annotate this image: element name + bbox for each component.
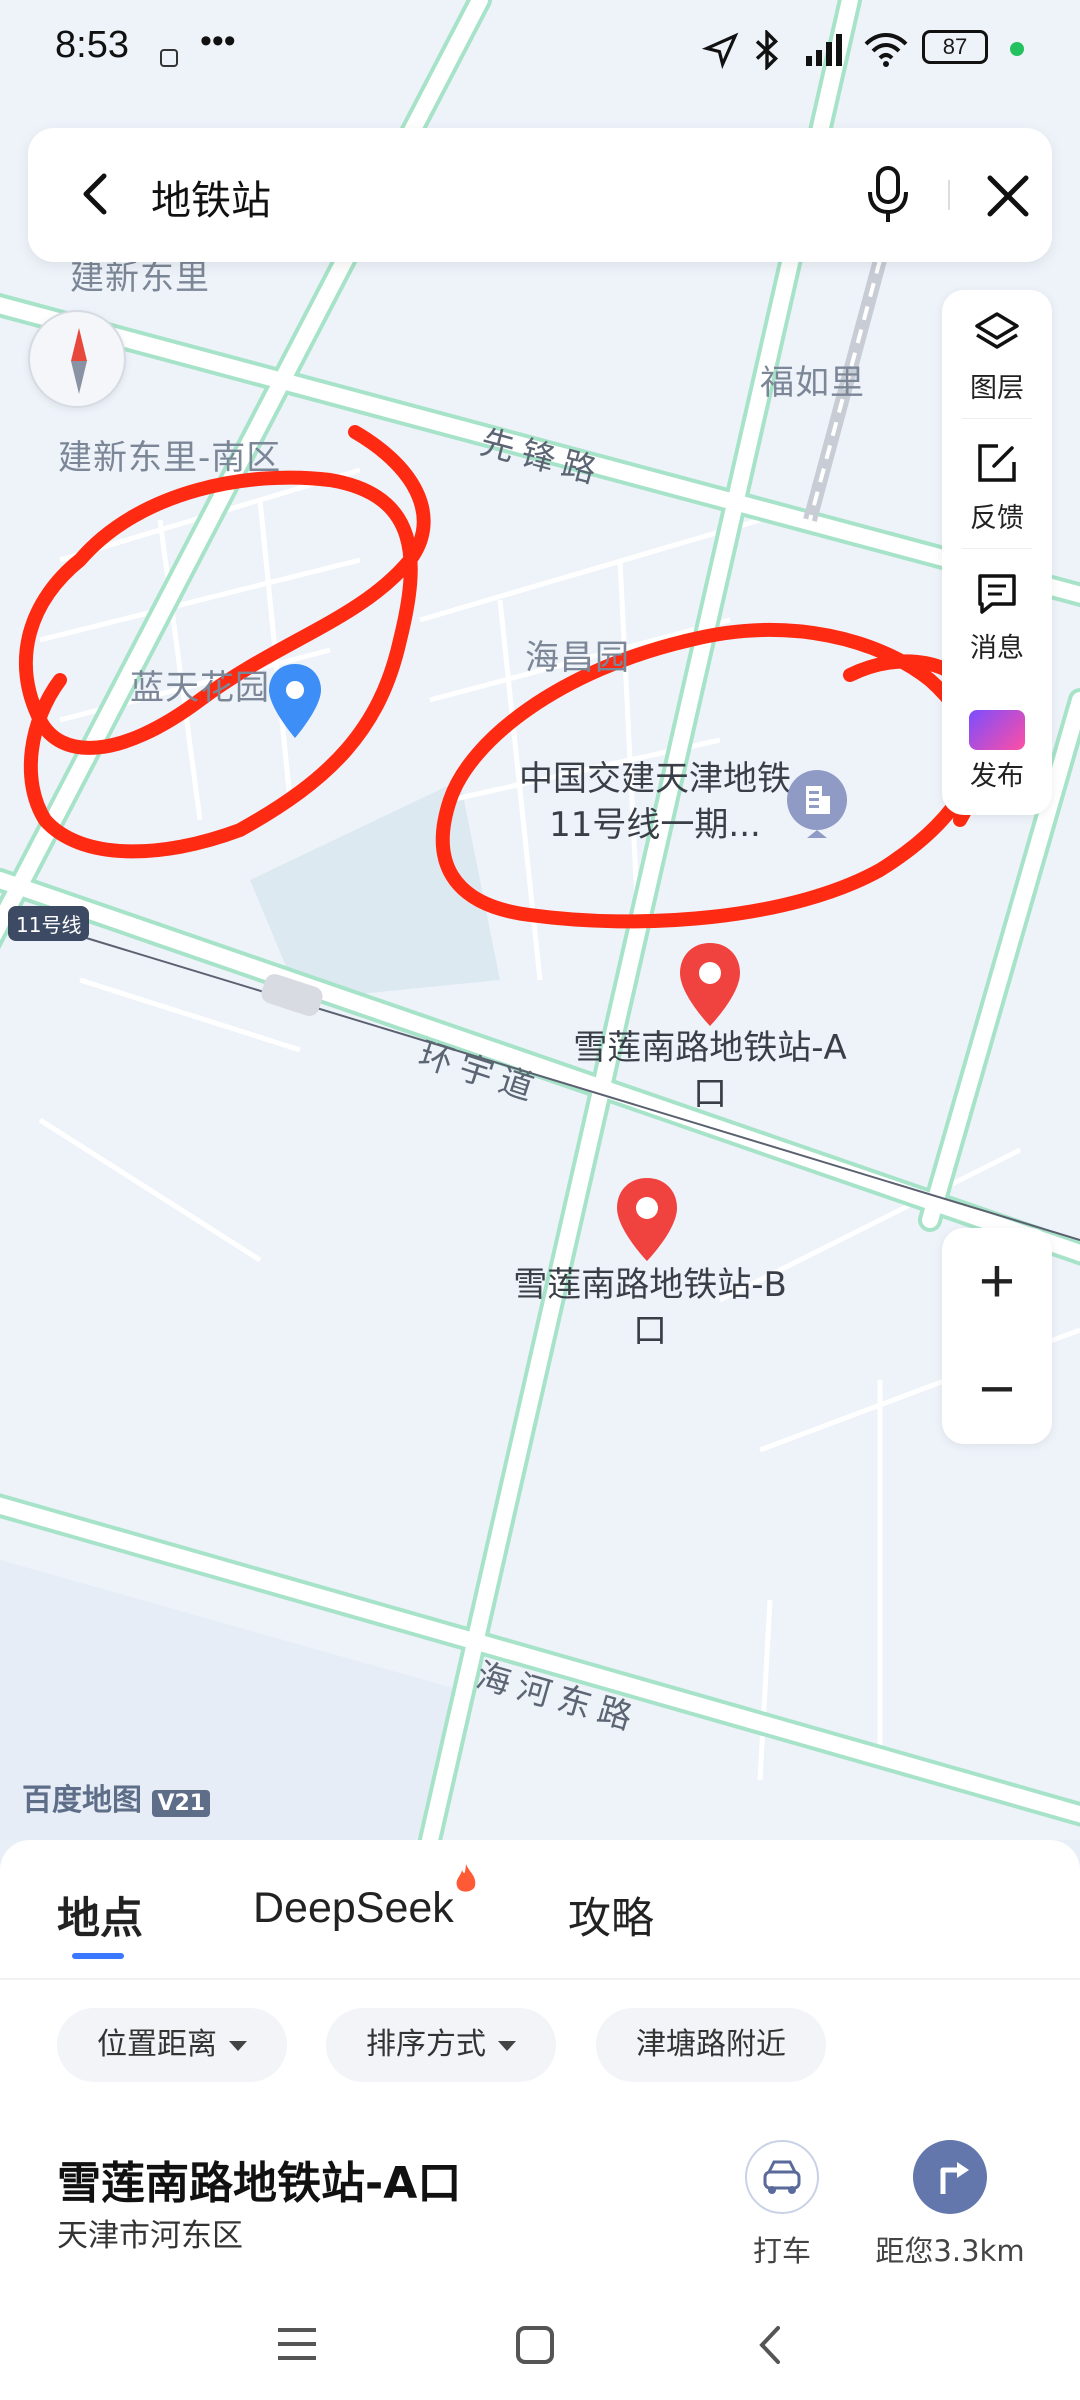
result-title[interactable]: 雪莲南路地铁站-A口 — [57, 2147, 461, 2211]
poi-building-label[interactable]: 中国交建天津地铁11号线一期... — [505, 756, 805, 848]
close-icon[interactable] — [978, 166, 1038, 226]
zoom-out-button[interactable]: − — [942, 1336, 1052, 1444]
red-pin-b-icon[interactable] — [612, 1175, 682, 1265]
area-label-lantian: 蓝天花园 — [130, 668, 270, 708]
route-button[interactable]: 距您3.3km — [870, 2140, 1030, 2270]
battery-charging-dot — [1010, 42, 1024, 56]
active-tab-indicator — [72, 1953, 124, 1959]
messages-label: 消息 — [970, 633, 1024, 664]
filter-distance-dropdown[interactable]: 位置距离 — [57, 2008, 287, 2082]
taxi-label: 打车 — [752, 2234, 811, 2268]
layers-icon — [975, 312, 1019, 349]
area-label-jianxin-south: 建新东里-南区 — [58, 438, 282, 478]
microphone-icon[interactable] — [856, 162, 920, 226]
messages-button[interactable]: 消息 — [942, 568, 1052, 665]
publish-badge-icon — [969, 710, 1025, 750]
map-tool-panel: 图层 反馈 消息 发布 — [942, 290, 1052, 815]
pin-a-label[interactable]: 雪莲南路地铁站-A口 — [560, 1025, 860, 1117]
filter-nearby-chip[interactable]: 津塘路附近 — [596, 2008, 826, 2082]
red-pin-a-icon[interactable] — [675, 940, 745, 1030]
taxi-button[interactable]: 打车 — [732, 2140, 832, 2270]
search-input[interactable]: 地铁站 — [151, 168, 271, 226]
location-arrow-icon — [702, 32, 739, 70]
route-arrow-icon — [913, 2140, 987, 2214]
pin-b-label[interactable]: 雪莲南路地铁站-B口 — [500, 1262, 800, 1354]
tool-divider — [962, 418, 1032, 419]
search-bar[interactable]: 地铁站 — [28, 128, 1052, 262]
search-separator — [948, 180, 950, 210]
chevron-down-icon — [498, 2040, 516, 2051]
tool-divider — [962, 548, 1032, 549]
back-arrow-icon[interactable] — [68, 164, 128, 224]
area-label-haichang: 海昌园 — [525, 638, 630, 678]
building-poi-icon[interactable] — [785, 768, 849, 848]
result-district: 天津市河东区 — [57, 2218, 243, 2254]
compass-button[interactable] — [28, 310, 126, 408]
publish-label: 发布 — [970, 761, 1024, 792]
home-square-icon[interactable] — [512, 2322, 558, 2368]
status-bar: 8:53 ••• 87 — [0, 0, 1080, 100]
layers-label: 图层 — [970, 373, 1024, 404]
area-label-furuli: 福如里 — [760, 363, 865, 403]
tab-deepseek[interactable]: DeepSeek — [253, 1884, 454, 1933]
battery-indicator: 87 — [922, 30, 988, 64]
tab-guides[interactable]: 攻略 — [568, 1884, 654, 1946]
tab-divider — [0, 1978, 1080, 1980]
back-nav-icon[interactable] — [748, 2320, 792, 2370]
layers-button[interactable]: 图层 — [942, 308, 1052, 405]
notification-icon — [160, 49, 178, 67]
blue-location-pin-icon[interactable] — [265, 662, 325, 742]
map-view[interactable]: 建新东里 建新东里-南区 福如里 海昌园 蓝天花园 先锋路 环宇道 海河东路 1… — [0, 0, 1080, 1840]
more-dots-icon: ••• — [200, 22, 236, 60]
baidu-map-watermark: 百度地图 V21 — [22, 1775, 211, 1819]
distance-label: 距您3.3km — [875, 2234, 1025, 2268]
menu-icon[interactable] — [272, 2322, 322, 2366]
compass-icon — [71, 328, 87, 394]
tab-places[interactable]: 地点 — [57, 1884, 143, 1946]
bluetooth-icon — [755, 30, 779, 70]
edit-feedback-icon — [978, 444, 1016, 482]
taxi-icon — [745, 2140, 819, 2214]
system-nav-bar — [0, 2290, 1080, 2400]
clock: 8:53 — [55, 24, 129, 66]
chevron-down-icon — [229, 2040, 247, 2051]
publish-button[interactable]: 发布 — [942, 710, 1052, 793]
metro-line-badge: 11号线 — [8, 906, 90, 941]
zoom-in-button[interactable]: + — [942, 1228, 1052, 1336]
hot-fire-icon — [456, 1864, 476, 1892]
feedback-label: 反馈 — [970, 503, 1024, 534]
filter-sort-dropdown[interactable]: 排序方式 — [326, 2008, 556, 2082]
message-icon — [978, 574, 1016, 614]
zoom-controls: + − — [942, 1228, 1052, 1444]
feedback-button[interactable]: 反馈 — [942, 438, 1052, 535]
wifi-icon — [864, 33, 908, 67]
cellular-signal-icon — [806, 34, 842, 66]
